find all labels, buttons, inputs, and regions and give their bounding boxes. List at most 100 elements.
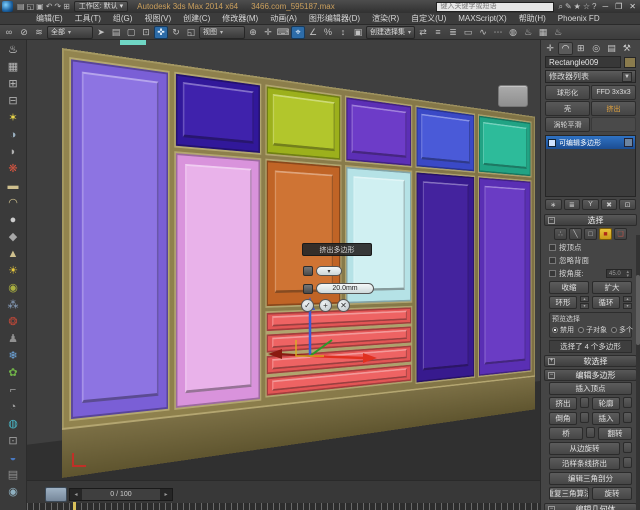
toolbar-button[interactable]: ♨ [551,26,565,39]
preview-radio[interactable]: 多个 [611,325,633,335]
left-toolbar-icon[interactable]: ❂ [2,313,24,330]
by-angle-checkbox[interactable] [549,270,556,277]
retriangulate-button[interactable]: 重复三角算法 [549,487,589,500]
subobject-button[interactable]: ■ [599,228,612,240]
stack-tool-button[interactable]: ✖ [600,199,618,210]
door-panel-purple[interactable] [71,59,169,420]
shrink-button[interactable]: 收缩 [549,281,589,294]
left-toolbar-icon[interactable]: ● [2,211,24,228]
extrude-button[interactable]: 挤出 [549,397,577,410]
by-vertex-checkbox[interactable] [549,244,556,251]
toolbar-button[interactable]: ✛ [261,26,275,39]
maximize-button[interactable]: ❐ [613,2,624,11]
left-toolbar-icon[interactable]: ◍ [2,415,24,432]
toolbar-button[interactable]: ∠ [306,26,320,39]
toolbar-button[interactable]: ➤ [94,26,108,39]
panel-tab[interactable]: ◠ [558,41,573,55]
panel-scrollbar[interactable] [636,235,640,510]
toolbar-button[interactable]: ⌨ [276,26,290,39]
cabinet-model[interactable] [62,48,535,478]
caddy-cancel-button[interactable]: ✕ [337,299,350,312]
toolbar-button[interactable]: ✜ [154,25,168,39]
door-panel-pink[interactable] [175,153,260,408]
menu-item[interactable]: Phoenix FD [552,14,606,23]
object-color-swatch[interactable] [624,56,636,68]
top-panel-blue[interactable] [416,107,475,172]
extrude-settings-button[interactable] [580,397,589,408]
menu-item[interactable]: 帮助(H) [513,13,552,24]
toolbar-button[interactable]: ⌖ [291,25,305,39]
toolbar-button[interactable]: 创建选择集 [366,25,416,39]
quick-access-icon[interactable]: ◱ [26,2,36,11]
toolbar-button[interactable]: ↕ [336,26,350,39]
ring-spinner[interactable]: ▴ ▾ [580,296,589,309]
left-toolbar-icon[interactable]: ◉ [2,483,24,500]
hinge-from-edge-button[interactable]: 从边旋转 [549,442,620,455]
stack-tool-button[interactable]: ∗ [545,199,562,210]
soft-selection-header[interactable]: + 软选择 [544,355,637,367]
bridge-button[interactable]: 桥 [549,427,583,440]
toolbar-button[interactable]: ⊕ [246,26,260,39]
toolbar-button[interactable]: ⇄ [416,26,430,39]
quick-access-icon[interactable]: ⊞ [62,2,71,11]
stack-item-editable-poly[interactable]: 可编辑多边形 [546,136,635,149]
scene-object-box[interactable] [498,85,528,107]
modifier-stack[interactable]: 可编辑多边形 [545,135,636,197]
selection-rollout-header[interactable]: − 选择 [544,214,637,226]
left-toolbar-icon[interactable]: ♨ [2,41,24,58]
next-frame-button[interactable]: ▸ [160,491,172,498]
panel-tab[interactable]: ▤ [604,42,618,55]
stack-tool-button[interactable]: ⊡ [619,199,636,210]
search-input[interactable] [436,1,555,12]
preview-radio[interactable]: 子对象 [578,325,607,335]
angle-spinner[interactable]: 45.0 ▴ ▾ [606,269,632,278]
subobject-button[interactable]: ❑ [614,228,627,240]
subobject-button[interactable]: ╲ [569,228,582,240]
loop-spinner[interactable]: ▴ ▾ [623,296,632,309]
stack-tool-button[interactable]: Y [582,199,599,210]
outline-button[interactable]: 轮廓 [592,397,620,410]
toolbar-button[interactable]: ▭ [461,26,475,39]
left-toolbar-icon[interactable]: ❄ [2,347,24,364]
left-toolbar-icon[interactable]: ✶ [2,109,24,126]
left-toolbar-icon[interactable]: ⊡ [2,432,24,449]
toolbar-button[interactable]: ↻ [169,26,183,39]
menu-item[interactable]: 渲染(R) [366,13,405,24]
subobject-button[interactable]: □ [584,228,597,240]
left-toolbar-icon[interactable]: ◗ [2,143,24,160]
top-panel-indigo[interactable] [175,73,260,153]
turn-button[interactable]: 旋转 [592,487,632,500]
top-panel-purple[interactable] [346,97,412,166]
top-panel-teal[interactable] [478,115,531,177]
grow-button[interactable]: 扩大 [592,281,632,294]
modifier-button[interactable]: 壳 [545,101,590,116]
toolbar-button[interactable]: ⋯ [491,26,505,39]
toolbar-button[interactable]: ◱ [184,26,198,39]
left-toolbar-icon[interactable]: ▤ [2,466,24,483]
subobject-button[interactable]: ∴ [554,228,567,240]
minimize-button[interactable]: ─ [600,2,610,11]
menu-item[interactable]: 组(G) [107,13,139,24]
panel-scrollbar-thumb[interactable] [636,275,640,345]
panel-tab[interactable]: ⚒ [620,42,634,55]
menu-item[interactable]: 视图(V) [138,13,177,24]
title-bar-icon[interactable]: ☆ [582,2,591,11]
modifier-button[interactable]: 挤出 [591,101,636,116]
current-frame-marker[interactable] [73,502,76,510]
toolbar-button[interactable]: % [321,26,335,39]
left-toolbar-icon[interactable]: ▬ [2,177,24,194]
toolbar-button[interactable]: ▢ [124,26,138,39]
caddy-ok-button[interactable]: ✓ [301,299,314,312]
perspective-viewport[interactable]: 挤出多边形 ▾ 20.0mm ✓ + ✕ [27,40,540,480]
stack-item-pin[interactable] [624,138,633,147]
inset-button[interactable]: 插入 [592,412,620,425]
modifier-button[interactable]: FFD 3x3x3 [591,85,636,100]
toolbar-button[interactable]: ∞ [2,26,16,39]
left-toolbar-icon[interactable]: ⊞ [2,75,24,92]
toolbar-button[interactable]: ▤ [109,26,123,39]
menu-item[interactable]: 图形编辑器(D) [303,13,366,24]
toolbar-button[interactable]: ≋ [32,26,46,39]
menu-item[interactable]: 编辑(E) [30,13,69,24]
toolbar-button[interactable]: ≡ [431,26,445,39]
door-panel-indigo[interactable] [416,172,475,383]
